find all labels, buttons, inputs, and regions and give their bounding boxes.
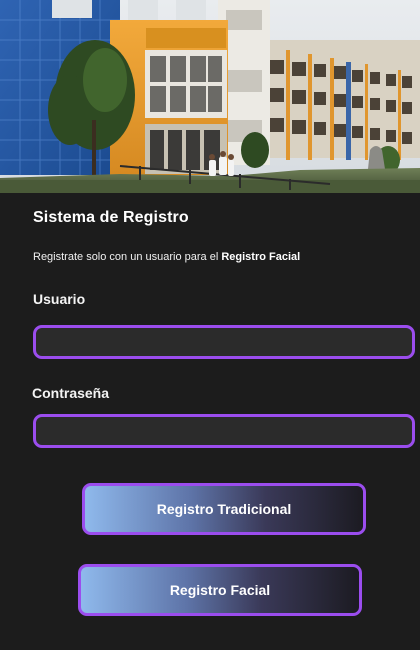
page-subtitle: Registrate solo con un usuario para el R… bbox=[33, 251, 300, 263]
traditional-register-button[interactable]: Registro Tradicional bbox=[82, 483, 366, 535]
header-campus-image bbox=[0, 0, 420, 193]
password-label: Contraseña bbox=[32, 385, 110, 401]
password-input[interactable] bbox=[33, 414, 415, 448]
facial-register-button[interactable]: Registro Facial bbox=[78, 564, 362, 616]
registration-screen: Sistema de Registro Registrate solo con … bbox=[0, 0, 420, 650]
subtitle-text: Registrate solo con un usuario para el bbox=[33, 251, 222, 263]
username-input[interactable] bbox=[33, 325, 415, 359]
page-title: Sistema de Registro bbox=[33, 209, 189, 226]
username-label: Usuario bbox=[33, 291, 86, 307]
subtitle-highlight: Registro Facial bbox=[221, 251, 301, 263]
